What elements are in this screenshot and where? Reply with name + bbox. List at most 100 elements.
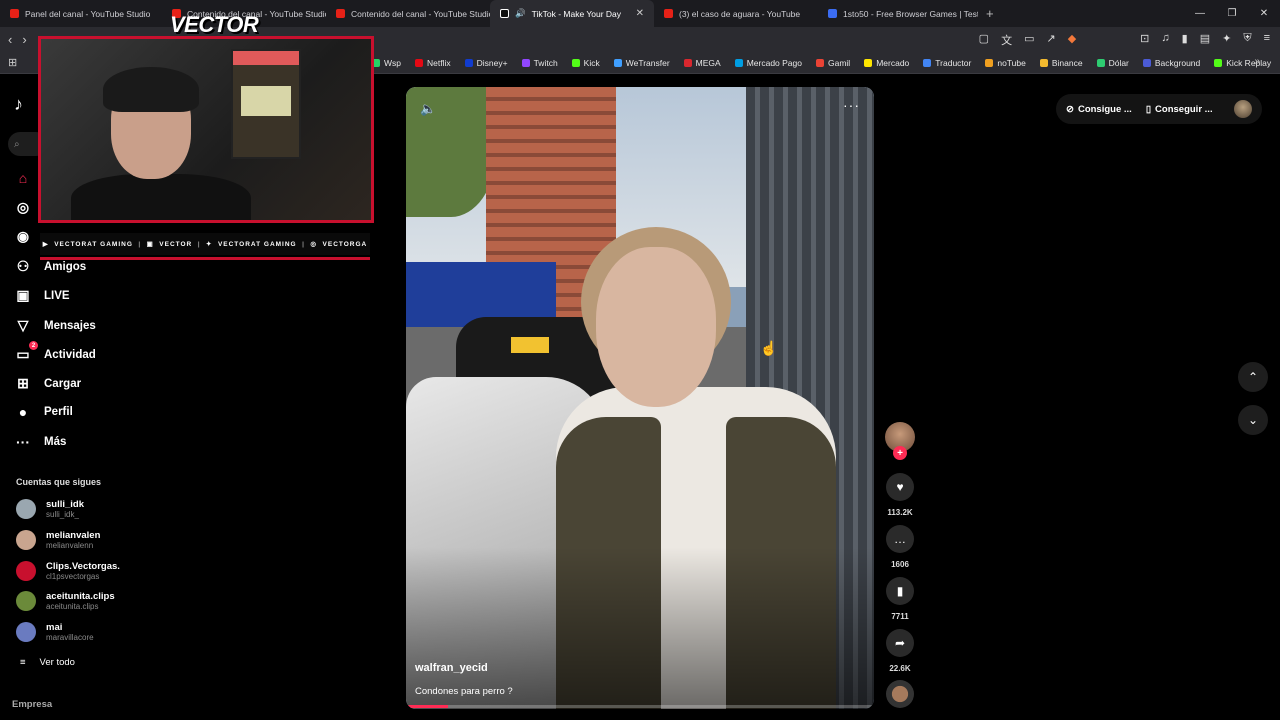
bookmark-item[interactable]: WeTransfer bbox=[613, 58, 670, 68]
browser-tab[interactable]: 1sto50 - Free Browser Games | Test Y bbox=[818, 0, 978, 27]
avatar bbox=[16, 622, 36, 642]
nav-cargar[interactable]: ⊞ Cargar bbox=[14, 375, 81, 392]
save-count: 7711 bbox=[891, 612, 909, 621]
bookmark-item[interactable]: Twitch bbox=[521, 58, 558, 68]
next-video-button[interactable]: ⌄ bbox=[1238, 405, 1268, 435]
bookmark-item[interactable]: noTube bbox=[985, 58, 1026, 68]
close-tab-icon[interactable]: ✕ bbox=[636, 8, 644, 19]
get-app-button[interactable]: ▯ Conseguir ... bbox=[1146, 104, 1213, 115]
ai-assistant-icon[interactable]: ✦ bbox=[1222, 32, 1231, 48]
restore-icon[interactable]: ❐ bbox=[1216, 8, 1248, 19]
comment-button[interactable]: … bbox=[886, 525, 914, 553]
video-author[interactable]: walfran_yecid bbox=[415, 662, 488, 674]
reader-mode-icon[interactable]: ▢ bbox=[979, 32, 989, 48]
bookmark-item[interactable]: Kick bbox=[571, 58, 600, 68]
nav-home[interactable]: ⌂ bbox=[14, 170, 32, 186]
browser-tab[interactable]: (3) el caso de aguara - YouTube bbox=[654, 0, 818, 27]
browser-tab[interactable]: Contenido del canal - YouTube Studio bbox=[326, 0, 490, 27]
bookmark-item[interactable]: Netflix bbox=[415, 58, 451, 68]
browser-tab-active[interactable]: 🔊 TikTok - Make Your Day ✕ bbox=[490, 0, 654, 27]
followed-account[interactable]: melianvalen melianvalenn bbox=[16, 530, 100, 550]
menu-icon[interactable]: ≡ bbox=[1264, 32, 1270, 48]
wallet-icon[interactable]: ▤ bbox=[1200, 32, 1210, 48]
bookmark-item[interactable]: Mercado Pago bbox=[734, 58, 802, 68]
like-button[interactable]: ♥ bbox=[886, 473, 914, 501]
forward-icon[interactable]: › bbox=[22, 32, 26, 47]
followed-account[interactable]: aceitunita.clips aceitunita.clips bbox=[16, 591, 115, 611]
close-window-icon[interactable]: ✕ bbox=[1248, 8, 1280, 19]
video-player[interactable]: 🔈 ··· walfran_yecid Condones para perro … bbox=[406, 87, 874, 709]
nav-perfil[interactable]: ● Perfil bbox=[14, 404, 73, 420]
screenshot-icon[interactable]: ⊡ bbox=[1140, 32, 1149, 48]
bookmark-item[interactable]: Traductor bbox=[923, 58, 971, 68]
share-icon[interactable]: ↗ bbox=[1046, 32, 1055, 48]
nav-mensajes[interactable]: ▽ Mensajes bbox=[14, 317, 96, 334]
tiktok-logo-icon[interactable]: ♪ bbox=[14, 94, 23, 115]
separator: | bbox=[138, 240, 142, 248]
previous-video-button[interactable]: ⌃ bbox=[1238, 362, 1268, 392]
nav-explore[interactable]: ◎ bbox=[14, 199, 32, 216]
music-disc-icon[interactable] bbox=[886, 680, 914, 708]
minimize-icon[interactable]: — bbox=[1184, 8, 1216, 19]
cast-icon[interactable]: ▭ bbox=[1024, 32, 1034, 48]
followed-account[interactable]: Clips.Vectorgas. cl1psvectorgas bbox=[16, 561, 120, 581]
friends-icon: ⚇ bbox=[16, 258, 30, 274]
bookmark-favicon-icon bbox=[734, 59, 743, 67]
video-progress-fill bbox=[406, 705, 449, 708]
sidebar-icon[interactable]: ▮ bbox=[1182, 32, 1188, 48]
bookmark-favicon-icon bbox=[683, 59, 692, 67]
nav-following[interactable]: ◉ bbox=[14, 228, 32, 245]
video-bottom-gradient bbox=[406, 547, 874, 709]
bookmark-favicon-icon bbox=[816, 59, 824, 67]
twitch-icon: ▣ bbox=[146, 241, 154, 248]
twitter-icon: ✦ bbox=[206, 241, 213, 248]
bookmark-item[interactable]: Background bbox=[1142, 58, 1200, 68]
bookmark-item[interactable]: Kick Replay bbox=[1214, 58, 1271, 68]
nav-mas[interactable]: ··· Más bbox=[14, 434, 66, 450]
get-coins-button[interactable]: ⊘ Consigue ... bbox=[1066, 104, 1132, 115]
bookmark-item[interactable]: Dólar bbox=[1096, 58, 1129, 68]
shield-icon[interactable]: ◆ bbox=[1068, 32, 1076, 48]
see-all-link[interactable]: ≡ Ver todo bbox=[20, 657, 75, 668]
new-tab-button[interactable]: + bbox=[978, 6, 1002, 21]
bookmark-item[interactable]: Mercado bbox=[864, 58, 909, 68]
account-handle: aceitunita.clips bbox=[46, 602, 99, 611]
share-button[interactable]: ➦ bbox=[886, 629, 914, 657]
bookmark-item[interactable]: Gamil bbox=[816, 58, 850, 68]
more-bookmarks-icon[interactable]: » bbox=[1254, 56, 1260, 67]
vpn-icon[interactable]: ⛨ bbox=[1243, 32, 1251, 48]
more-options-icon[interactable]: ··· bbox=[843, 97, 860, 113]
translate-icon[interactable]: 文 bbox=[1001, 32, 1012, 48]
social-links-bar: ▶ VECTORAT GAMING | ▣ VECTOR | ✦ VECTORA… bbox=[40, 233, 370, 255]
save-button[interactable]: ▮ bbox=[886, 577, 914, 605]
tiktok-favicon bbox=[500, 9, 509, 18]
video-caption: Condones para perro ? bbox=[415, 686, 513, 697]
bookmark-label: Mercado bbox=[876, 58, 910, 68]
bookmark-item[interactable]: MEGA bbox=[683, 58, 721, 68]
bookmark-favicon-icon bbox=[1039, 59, 1048, 67]
followed-account[interactable]: sulli_idk sulli_idk_ bbox=[16, 499, 84, 519]
followed-account[interactable]: mai maravillacore bbox=[16, 622, 94, 642]
bookmark-item[interactable]: Wsp bbox=[372, 58, 401, 68]
back-icon[interactable]: ‹ bbox=[8, 32, 12, 47]
music-icon[interactable]: ♫ bbox=[1161, 32, 1169, 48]
apps-grid-icon[interactable]: ⊞ bbox=[8, 56, 17, 69]
follow-plus-icon[interactable]: + bbox=[893, 446, 907, 460]
following-avatar-icon: ◉ bbox=[16, 228, 30, 244]
footer-company-link[interactable]: Empresa bbox=[12, 699, 52, 710]
video-progress-bar[interactable] bbox=[406, 705, 874, 708]
separator: | bbox=[302, 240, 305, 248]
browser-tab[interactable]: Panel del canal - YouTube Studio bbox=[0, 0, 162, 27]
nav-live[interactable]: ▣ LIVE bbox=[14, 287, 69, 304]
nav-label: Más bbox=[44, 436, 67, 448]
nav-amigos[interactable]: ⚇ Amigos bbox=[14, 258, 86, 275]
tab-title: 1sto50 - Free Browser Games | Test Y bbox=[843, 8, 978, 19]
profile-icon: ● bbox=[18, 404, 28, 420]
bookmark-item[interactable]: Disney+ bbox=[464, 58, 508, 68]
nav-actividad[interactable]: ▭ 2 Actividad bbox=[14, 341, 96, 363]
user-avatar[interactable] bbox=[1234, 100, 1252, 118]
bookmark-favicon-icon bbox=[923, 59, 932, 67]
see-all-label: Ver todo bbox=[39, 657, 75, 668]
bookmark-item[interactable]: Binance bbox=[1039, 58, 1083, 68]
mute-icon[interactable]: 🔈 bbox=[420, 101, 436, 117]
